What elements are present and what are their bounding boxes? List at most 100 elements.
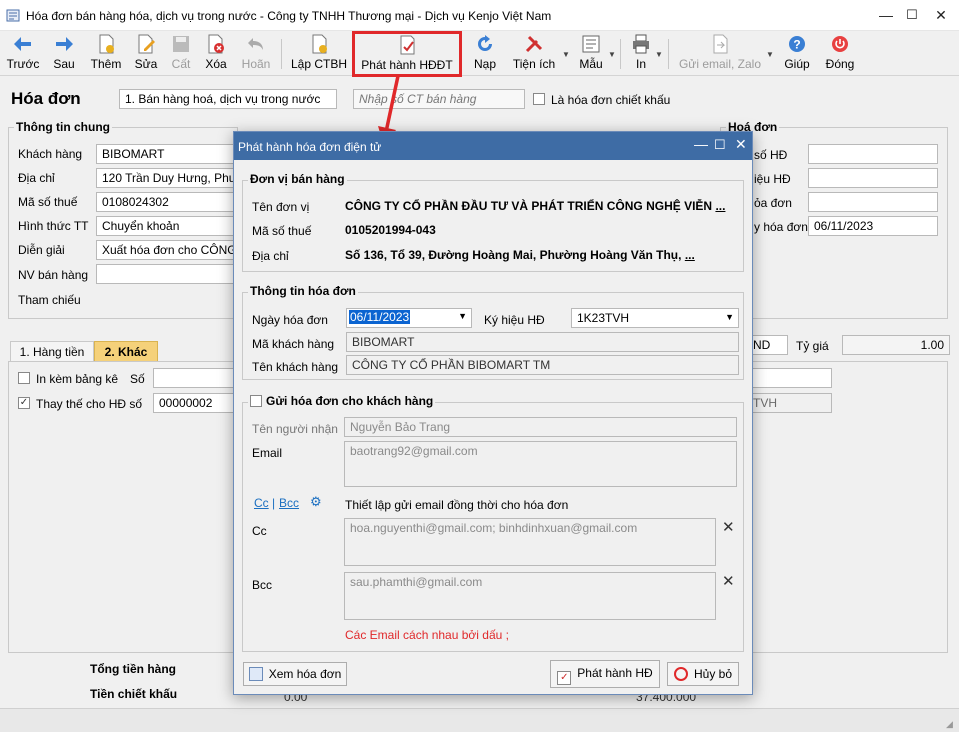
issue-einvoice-dialog: Phát hành hóa đơn điện tử — ☐ ✕ Đơn vị b…	[233, 131, 753, 695]
save-icon	[173, 36, 189, 52]
bcc-field[interactable]: sau.phamthi@gmail.com	[344, 572, 716, 620]
tab-hang-tien[interactable]: 1. Hàng tiền	[10, 341, 94, 361]
template-icon	[582, 35, 600, 53]
email-separator-note: Các Email cách nhau bởi dấu ;	[345, 628, 509, 642]
maximize-icon[interactable]: ☐	[902, 6, 922, 24]
right-blank-field[interactable]	[748, 368, 832, 388]
edit-button[interactable]: Sửa	[132, 31, 160, 76]
help-button[interactable]: ? Giúp	[780, 31, 814, 76]
issue-einvoice-button[interactable]: Phát hành HĐĐT	[352, 31, 462, 77]
unit-name-more-link[interactable]: ...	[715, 199, 725, 213]
seller-tax-label: Mã số thuế	[252, 224, 312, 238]
replace-invoice-field[interactable]: 00000002	[153, 393, 235, 413]
bcc-link[interactable]: Bcc	[279, 496, 299, 510]
tab-hang-tien-label: 1. Hàng tiền	[19, 345, 85, 359]
next-button[interactable]: Sau	[48, 31, 80, 76]
customer-field[interactable]: BIBOMART	[96, 144, 236, 164]
description-field[interactable]: Xuất hóa đơn cho CÔNG T	[96, 240, 236, 260]
invoice-sign-icon	[400, 35, 415, 55]
exchange-rate-field[interactable]: 1.00	[842, 335, 950, 355]
tvh-field[interactable]: TVH	[748, 393, 832, 413]
utilities-dropdown-icon[interactable]: ▼	[562, 50, 570, 59]
close-button[interactable]: Đóng	[822, 31, 858, 76]
replace-invoice-checkbox[interactable]: ✓	[18, 397, 30, 409]
invoice-type-field[interactable]: 1. Bán hàng hoá, dịch vụ trong nước	[119, 89, 337, 109]
invoice-symbol-value: 1K23TVH	[577, 311, 630, 325]
utilities-button[interactable]: Tiện ích	[510, 31, 558, 76]
dialog-minimize-icon[interactable]: —	[694, 136, 708, 152]
dialog-close-icon[interactable]: ✕	[735, 136, 747, 153]
close-icon[interactable]: ✕	[931, 6, 951, 24]
invoice-symbol-field[interactable]	[808, 168, 938, 188]
cc-field[interactable]: hoa.nguyenthi@gmail.com; binhdinhxuan@gm…	[344, 518, 716, 566]
send-dropdown-icon[interactable]: ▼	[766, 50, 774, 59]
email-field[interactable]: baotrang92@gmail.com	[344, 441, 737, 487]
cancel-icon	[673, 667, 688, 681]
cc-label: Cc	[252, 524, 267, 538]
invoice-date-picker[interactable]: 06/11/2023 ▼	[346, 308, 472, 328]
prev-button[interactable]: Trước	[4, 31, 42, 76]
discount-invoice-checkbox[interactable]	[533, 93, 545, 105]
undo-button[interactable]: Hoãn	[238, 31, 274, 76]
view-invoice-label: Xem hóa đơn	[268, 667, 342, 681]
date-dropdown-icon[interactable]: ▼	[458, 311, 467, 321]
main-toolbar: Trước Sau Thêm Sửa Cất Xóa Hoãn Lập CTBH…	[0, 31, 959, 77]
add-button[interactable]: Thêm	[88, 31, 124, 76]
delete-button[interactable]: Xóa	[202, 31, 230, 76]
customer-code-field: BIBOMART	[346, 332, 739, 352]
invoice-number-field[interactable]	[808, 144, 938, 164]
so-field[interactable]	[153, 368, 235, 388]
payment-method-field[interactable]: Chuyển khoản	[96, 216, 236, 236]
seller-tax-value: 0105201994-043	[345, 223, 436, 237]
reload-button[interactable]: Nạp	[470, 31, 500, 76]
unit-name-label: Tên đơn vị	[252, 200, 310, 214]
symbol-dropdown-icon[interactable]: ▼	[725, 312, 734, 322]
seller-address-more-link[interactable]: ...	[685, 248, 695, 262]
new-document-icon	[99, 34, 114, 54]
dialog-title-bar: Phát hành hóa đơn điện tử — ☐ ✕	[234, 132, 752, 160]
view-invoice-button[interactable]: Xem hóa đơn	[243, 662, 347, 686]
save-button[interactable]: Cất	[168, 31, 194, 76]
clear-cc-icon[interactable]: ✕	[722, 518, 735, 536]
template-button[interactable]: Mẫu	[576, 31, 606, 76]
app-icon	[6, 8, 20, 22]
dialog-title: Phát hành hóa đơn điện tử	[238, 140, 382, 154]
recipient-field[interactable]: Nguyễn Bảo Trang	[344, 417, 737, 437]
cc-link[interactable]: Cc	[254, 496, 269, 510]
toolbar-divider	[620, 39, 621, 69]
send-invoice-checkbox[interactable]	[250, 395, 262, 407]
invoice-template-field[interactable]	[808, 192, 938, 212]
send-invoice-label: Gửi hóa đơn cho khách hàng	[266, 394, 434, 408]
settings-gear-icon[interactable]: ⚙	[310, 494, 322, 510]
print-dropdown-icon[interactable]: ▼	[655, 50, 663, 59]
tax-code-field[interactable]: 0108024302	[96, 192, 236, 212]
minimize-icon[interactable]: —	[876, 6, 896, 24]
cancel-button[interactable]: Hủy bỏ	[667, 662, 739, 686]
tab-khac-label: 2. Khác	[104, 345, 148, 359]
address-field[interactable]: 120 Trần Duy Hưng, Phường	[96, 168, 236, 188]
seller-address-text: Số 136, Tổ 39, Đường Hoàng Mai, Phường H…	[345, 248, 682, 262]
invoice-symbol-select[interactable]: 1K23TVH ▼	[571, 308, 739, 328]
arrow-left-icon	[14, 37, 31, 51]
lap-ctbh-button[interactable]: Lập CTBH	[290, 31, 348, 76]
total-goods-label: Tổng tiền hàng	[90, 662, 176, 676]
salesperson-field[interactable]	[96, 264, 236, 284]
currency-field[interactable]: ND	[748, 335, 788, 355]
issue-invoice-icon: ✓	[557, 671, 572, 685]
general-info-title: Thông tin chung	[14, 120, 112, 134]
print-button[interactable]: In	[628, 31, 654, 76]
status-bar	[0, 708, 959, 732]
clear-bcc-icon[interactable]: ✕	[722, 572, 735, 590]
send-email-zalo-button[interactable]: Gửi email, Zalo	[676, 31, 764, 76]
invoice-date-field[interactable]: 06/11/2023	[808, 216, 938, 236]
resize-grip-icon[interactable]: ◢	[946, 719, 953, 730]
issue-invoice-label: Phát hành HĐ	[577, 666, 653, 680]
dialog-maximize-icon[interactable]: ☐	[714, 137, 726, 153]
invoice-details-title: Thông tin hóa đơn	[248, 284, 358, 298]
issue-invoice-button[interactable]: ✓ Phát hành HĐ	[550, 660, 660, 688]
invoice-date-dialog-label: Ngày hóa đơn	[252, 313, 328, 327]
tab-khac[interactable]: 2. Khác	[94, 341, 158, 361]
print-list-checkbox[interactable]	[18, 372, 30, 384]
cc-setting-text: Thiết lập gửi email đồng thời cho hóa đơ…	[345, 498, 569, 512]
template-dropdown-icon[interactable]: ▼	[608, 50, 616, 59]
